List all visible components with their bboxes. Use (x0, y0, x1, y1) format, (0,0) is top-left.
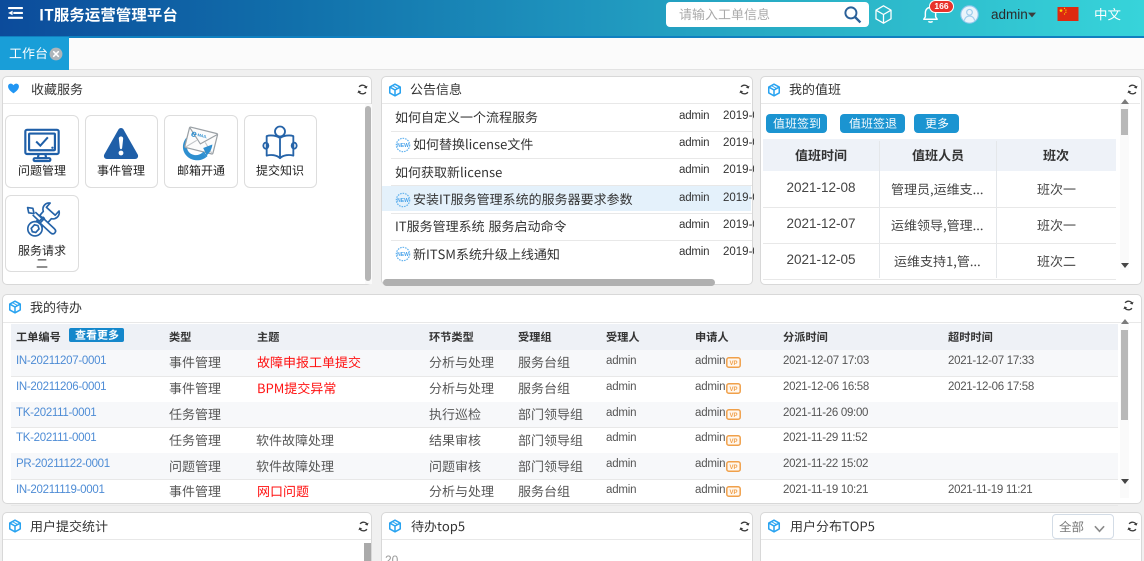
svg-text:VP: VP (729, 413, 737, 419)
svg-text:NEW: NEW (397, 252, 409, 258)
svg-text:VP: VP (729, 361, 737, 367)
svg-text:NEW: NEW (397, 198, 409, 204)
svg-text:VP: VP (729, 465, 737, 471)
svg-text:VP: VP (729, 439, 737, 445)
svg-text:NEW: NEW (397, 143, 409, 149)
svg-text:VP: VP (729, 490, 737, 496)
svg-text:VP: VP (729, 387, 737, 393)
